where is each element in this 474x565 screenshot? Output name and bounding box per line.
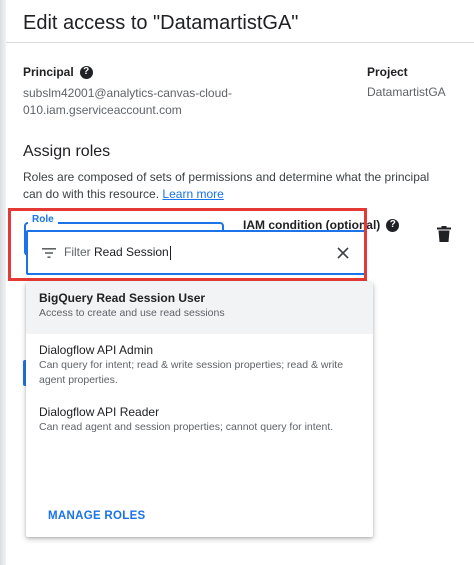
- role-option[interactable]: Dialogflow API Reader Can read agent and…: [26, 400, 373, 452]
- filter-query: Read Session: [94, 245, 169, 260]
- role-options-dropdown: BigQuery Read Session User Access to cre…: [26, 282, 373, 537]
- project-label: Project: [367, 65, 408, 79]
- principal-label-text: Principal: [23, 65, 74, 79]
- manage-roles-button[interactable]: MANAGE ROLES: [48, 510, 146, 522]
- role-option[interactable]: BigQuery Read Session User Access to cre…: [26, 282, 373, 334]
- close-icon[interactable]: [337, 247, 349, 259]
- iam-help-icon[interactable]: ?: [386, 218, 400, 232]
- project-value: DatamartistGA: [367, 85, 446, 99]
- text-cursor: [169, 245, 171, 260]
- role-option-description: Can query for intent; read & write sessi…: [39, 359, 344, 386]
- title-divider: [6, 42, 474, 43]
- role-option[interactable]: Dialogflow API Admin Can query for inten…: [26, 334, 373, 400]
- role-filter-input[interactable]: Filter Read Session: [26, 230, 367, 275]
- assign-roles-heading: Assign roles: [23, 143, 111, 160]
- assign-roles-description: Roles are composed of sets of permission…: [23, 169, 448, 203]
- assign-roles-description-text: Roles are composed of sets of permission…: [23, 170, 430, 201]
- role-field-label: Role: [28, 214, 58, 225]
- dialog-title: Edit access to "DatamartistGA": [23, 12, 299, 34]
- role-option-description: Can read agent and session properties; c…: [39, 421, 334, 433]
- role-option-description: Access to create and use read sessions: [39, 307, 225, 319]
- filter-icon: [42, 247, 56, 258]
- learn-more-link[interactable]: Learn more: [162, 187, 223, 201]
- principal-value: subslm42001@analytics-canvas-cloud-010.i…: [23, 86, 232, 117]
- role-option-title: Dialogflow API Admin: [39, 343, 154, 357]
- role-option-title: Dialogflow API Reader: [39, 405, 160, 419]
- role-option-title: BigQuery Read Session User: [39, 291, 206, 305]
- principal-label: Principal ?: [23, 65, 93, 79]
- filter-text: Filter Read Session: [64, 245, 171, 260]
- help-icon[interactable]: ?: [79, 65, 93, 79]
- delete-icon[interactable]: [437, 226, 451, 242]
- filter-prefix: Filter: [64, 245, 91, 260]
